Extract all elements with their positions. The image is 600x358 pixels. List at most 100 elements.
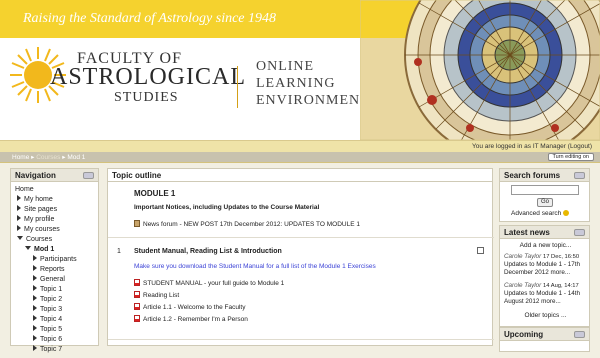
resource-label: Article 1.1 - Welcome to the Faculty — [143, 304, 246, 311]
nav-topic-6-label: Topic 6 — [40, 336, 63, 343]
block-toggle-icon[interactable] — [574, 229, 585, 236]
turn-editing-on-button[interactable]: Turn editing on — [547, 153, 594, 161]
nav-topic-3[interactable]: Topic 3 — [15, 305, 94, 315]
nav-reports[interactable]: Reports — [15, 265, 94, 275]
add-topic-link[interactable]: Add a new topic... — [500, 242, 591, 249]
latest-news-header: Latest news — [500, 226, 589, 239]
breadcrumb-courses[interactable]: Courses — [36, 154, 60, 161]
resource-label: STUDENT MANUAL - your full guide to Modu… — [143, 280, 285, 287]
nav-participants-label: Participants — [40, 256, 77, 263]
ole-line-3: ENVIRONMENT — [256, 93, 370, 108]
nav-site-pages[interactable]: Site pages — [15, 205, 94, 215]
nav-topic-1[interactable]: Topic 1 — [15, 285, 94, 295]
older-topics-link[interactable]: Older topics ... — [500, 312, 591, 319]
nav-topic-7-label: Topic 7 — [40, 346, 63, 353]
nav-topic-4[interactable]: Topic 4 — [15, 315, 94, 325]
nav-mod1[interactable]: Mod 1 — [15, 245, 94, 255]
block-toggle-icon[interactable] — [574, 331, 585, 338]
section-title: Student Manual, Reading List & Introduct… — [134, 248, 282, 255]
resource-label: Reading List — [143, 292, 180, 299]
pdf-icon — [134, 291, 140, 298]
section-number: 1 — [117, 248, 121, 255]
navigation-header: Navigation — [11, 169, 98, 182]
resource-label: Article 1.2 - Remember I'm a Person — [143, 316, 248, 323]
nav-general[interactable]: General — [15, 275, 94, 285]
resource-reading-list[interactable]: Reading List — [134, 291, 179, 299]
resource-student-manual[interactable]: STUDENT MANUAL - your full guide to Modu… — [134, 279, 284, 287]
nav-topic-7[interactable]: Topic 7 — [15, 345, 94, 355]
logout-link[interactable]: (Logout) — [568, 143, 592, 150]
nav-topic-1-label: Topic 1 — [40, 286, 63, 293]
nav-my-courses[interactable]: My courses — [15, 225, 94, 235]
section-note: Make sure you download the Student Manua… — [134, 263, 376, 270]
expand-icon — [17, 195, 21, 201]
news-text[interactable]: Updates to Module 1 - 17th December 2012… — [504, 261, 580, 276]
navigation-title: Navigation — [15, 171, 56, 180]
forum-icon — [134, 220, 140, 227]
nav-courses[interactable]: Courses — [15, 235, 94, 245]
nav-topic-2[interactable]: Topic 2 — [15, 295, 94, 305]
block-toggle-icon[interactable] — [574, 172, 585, 179]
upcoming-title: Upcoming — [504, 330, 544, 339]
block-toggle-icon[interactable] — [83, 172, 94, 179]
search-input[interactable] — [511, 185, 579, 195]
section-highlight-checkbox[interactable] — [477, 247, 484, 254]
nav-topic-5[interactable]: Topic 5 — [15, 325, 94, 335]
nav-my-courses-label: My courses — [24, 226, 60, 233]
nav-topic-2-label: Topic 2 — [40, 296, 63, 303]
news-forum-link[interactable]: News forum - NEW POST 17th December 2012… — [134, 220, 360, 228]
resource-article-1-1[interactable]: Article 1.1 - Welcome to the Faculty — [134, 303, 245, 311]
nav-my-home-label: My home — [24, 196, 53, 203]
nav-topic-6[interactable]: Topic 6 — [15, 335, 94, 345]
logo-text-astrological: ASTROLOGICAL — [50, 64, 246, 90]
expand-icon — [17, 225, 21, 231]
expand-icon — [33, 255, 37, 261]
breadcrumb-mod1[interactable]: Mod 1 — [67, 154, 85, 161]
section-divider — [108, 237, 494, 238]
latest-news-title: Latest news — [504, 228, 550, 237]
nav-home-label: Home — [15, 186, 34, 193]
breadcrumb-bar: Home ▸ Courses ▸ Mod 1 Turn editing on — [0, 152, 600, 162]
news-text[interactable]: Updates to Module 1 - 14th August 2012 m… — [504, 290, 580, 305]
resource-article-1-2[interactable]: Article 1.2 - Remember I'm a Person — [134, 315, 248, 323]
site-header: Raising the Standard of Astrology since … — [0, 0, 600, 141]
login-info: You are logged in as IT Manager (Logout) — [472, 141, 592, 152]
login-prefix: You are logged in as — [472, 143, 533, 150]
nav-topic-4-label: Topic 4 — [40, 316, 63, 323]
nav-mod1-label: Mod 1 — [34, 246, 55, 253]
expand-icon — [33, 305, 37, 311]
upcoming-header: Upcoming — [500, 328, 589, 341]
expand-icon — [33, 325, 37, 331]
go-button[interactable]: Go — [537, 198, 553, 207]
expand-icon — [33, 295, 37, 301]
upcoming-block: Upcoming — [499, 327, 590, 352]
ole-line-2: LEARNING — [256, 76, 336, 91]
nav-participants[interactable]: Participants — [15, 255, 94, 265]
expand-icon — [33, 315, 37, 321]
expand-icon — [33, 265, 37, 271]
topic-outline-header: Topic outline — [108, 169, 492, 182]
advanced-search-label: Advanced search — [511, 210, 562, 217]
breadcrumb-home[interactable]: Home — [12, 154, 29, 161]
page: Raising the Standard of Astrology since … — [0, 0, 600, 353]
news-author: Carole Taylor — [504, 253, 542, 260]
nav-reports-label: Reports — [40, 266, 65, 273]
pdf-icon — [134, 315, 140, 322]
nav-general-label: General — [40, 276, 65, 283]
topic-outline-block: Topic outline MODULE 1 Important Notices… — [107, 168, 494, 346]
user-link[interactable]: IT Manager — [533, 143, 566, 150]
news-date: 14 Aug, 14:17 — [542, 283, 579, 289]
nav-home[interactable]: Home — [15, 185, 94, 195]
nav-courses-label: Courses — [26, 236, 53, 243]
latest-news-block: Latest news Add a new topic... Carole Ta… — [499, 225, 590, 327]
advanced-search-link[interactable]: Advanced search — [511, 210, 570, 217]
nav-my-profile-label: My profile — [24, 216, 55, 223]
expand-icon — [17, 205, 21, 211]
nav-my-profile[interactable]: My profile — [15, 215, 94, 225]
nav-my-home[interactable]: My home — [15, 195, 94, 205]
nav-site-pages-label: Site pages — [24, 206, 58, 213]
help-icon[interactable] — [563, 210, 570, 216]
search-forums-block: Search forums Go Advanced search — [499, 168, 590, 222]
header-divider — [237, 66, 238, 108]
expand-icon — [33, 335, 37, 341]
